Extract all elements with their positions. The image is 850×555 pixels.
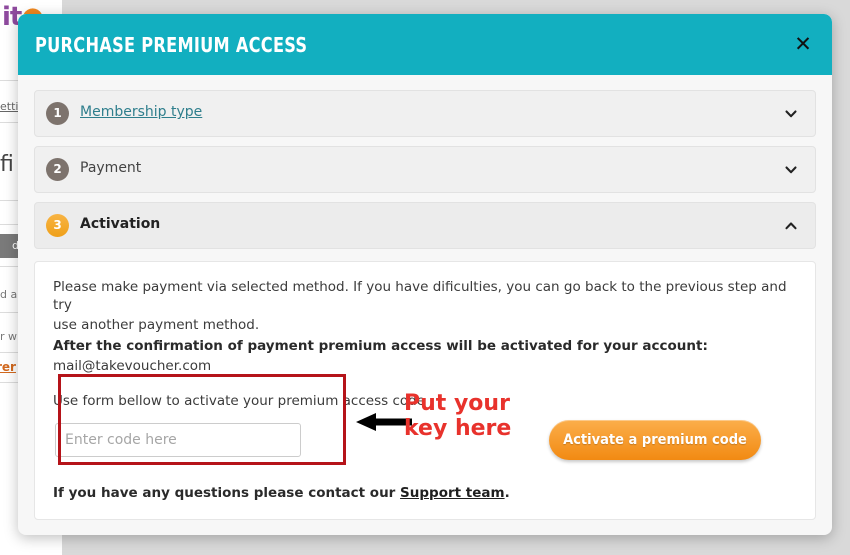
support-team-link[interactable]: Support team <box>400 485 505 501</box>
activation-content-panel: Please make payment via selected method.… <box>34 261 816 521</box>
step-badge-2: 2 <box>46 158 69 181</box>
chevron-down-icon[interactable] <box>785 108 797 120</box>
accordion-step-payment[interactable]: 2 Payment <box>34 146 816 193</box>
modal-body: 1 Membership type 2 Payment 3 Activation… <box>18 75 832 521</box>
purchase-premium-access-modal: Purchase Premium Access ✕ 1 Membership t… <box>18 14 832 535</box>
accordion-label-payment[interactable]: Payment <box>80 160 141 176</box>
activate-premium-code-button[interactable]: Activate a premium code <box>549 420 761 461</box>
activation-intro-line-1: Please make payment via selected method.… <box>53 279 787 314</box>
activation-intro-line-2: use another payment method. <box>53 317 260 334</box>
support-prefix: If you have any questions please contact… <box>53 485 401 502</box>
code-input[interactable] <box>55 423 301 458</box>
modal-header: Purchase Premium Access ✕ <box>18 14 832 75</box>
step-badge-1: 1 <box>46 102 69 125</box>
code-entry-row: Activate a premium code <box>53 420 797 471</box>
modal-title: Purchase Premium Access <box>35 33 308 57</box>
support-line: If you have any questions please contact… <box>53 485 797 501</box>
accordion-step-activation[interactable]: 3 Activation <box>34 202 816 249</box>
use-form-instruction: Use form bellow to activate your premium… <box>53 393 425 410</box>
accordion-step-membership-type[interactable]: 1 Membership type <box>34 90 816 137</box>
background-heading: fi <box>0 152 14 177</box>
background-text-fragment: r w <box>0 330 18 343</box>
background-text-fragment: d a <box>0 288 18 301</box>
background-orange-link[interactable]: rer <box>0 360 16 374</box>
close-icon[interactable]: ✕ <box>789 30 817 58</box>
support-suffix: . <box>504 485 510 502</box>
activation-confirmation-line: After the confirmation of payment premiu… <box>53 337 708 354</box>
chevron-down-icon[interactable] <box>785 164 797 176</box>
step-badge-3: 3 <box>46 214 69 237</box>
accordion-label-membership-type[interactable]: Membership type <box>80 104 202 120</box>
accordion-label-activation[interactable]: Activation <box>80 216 160 232</box>
chevron-up-icon[interactable] <box>785 220 797 232</box>
activation-account-email: mail@takevoucher.com <box>53 357 212 374</box>
